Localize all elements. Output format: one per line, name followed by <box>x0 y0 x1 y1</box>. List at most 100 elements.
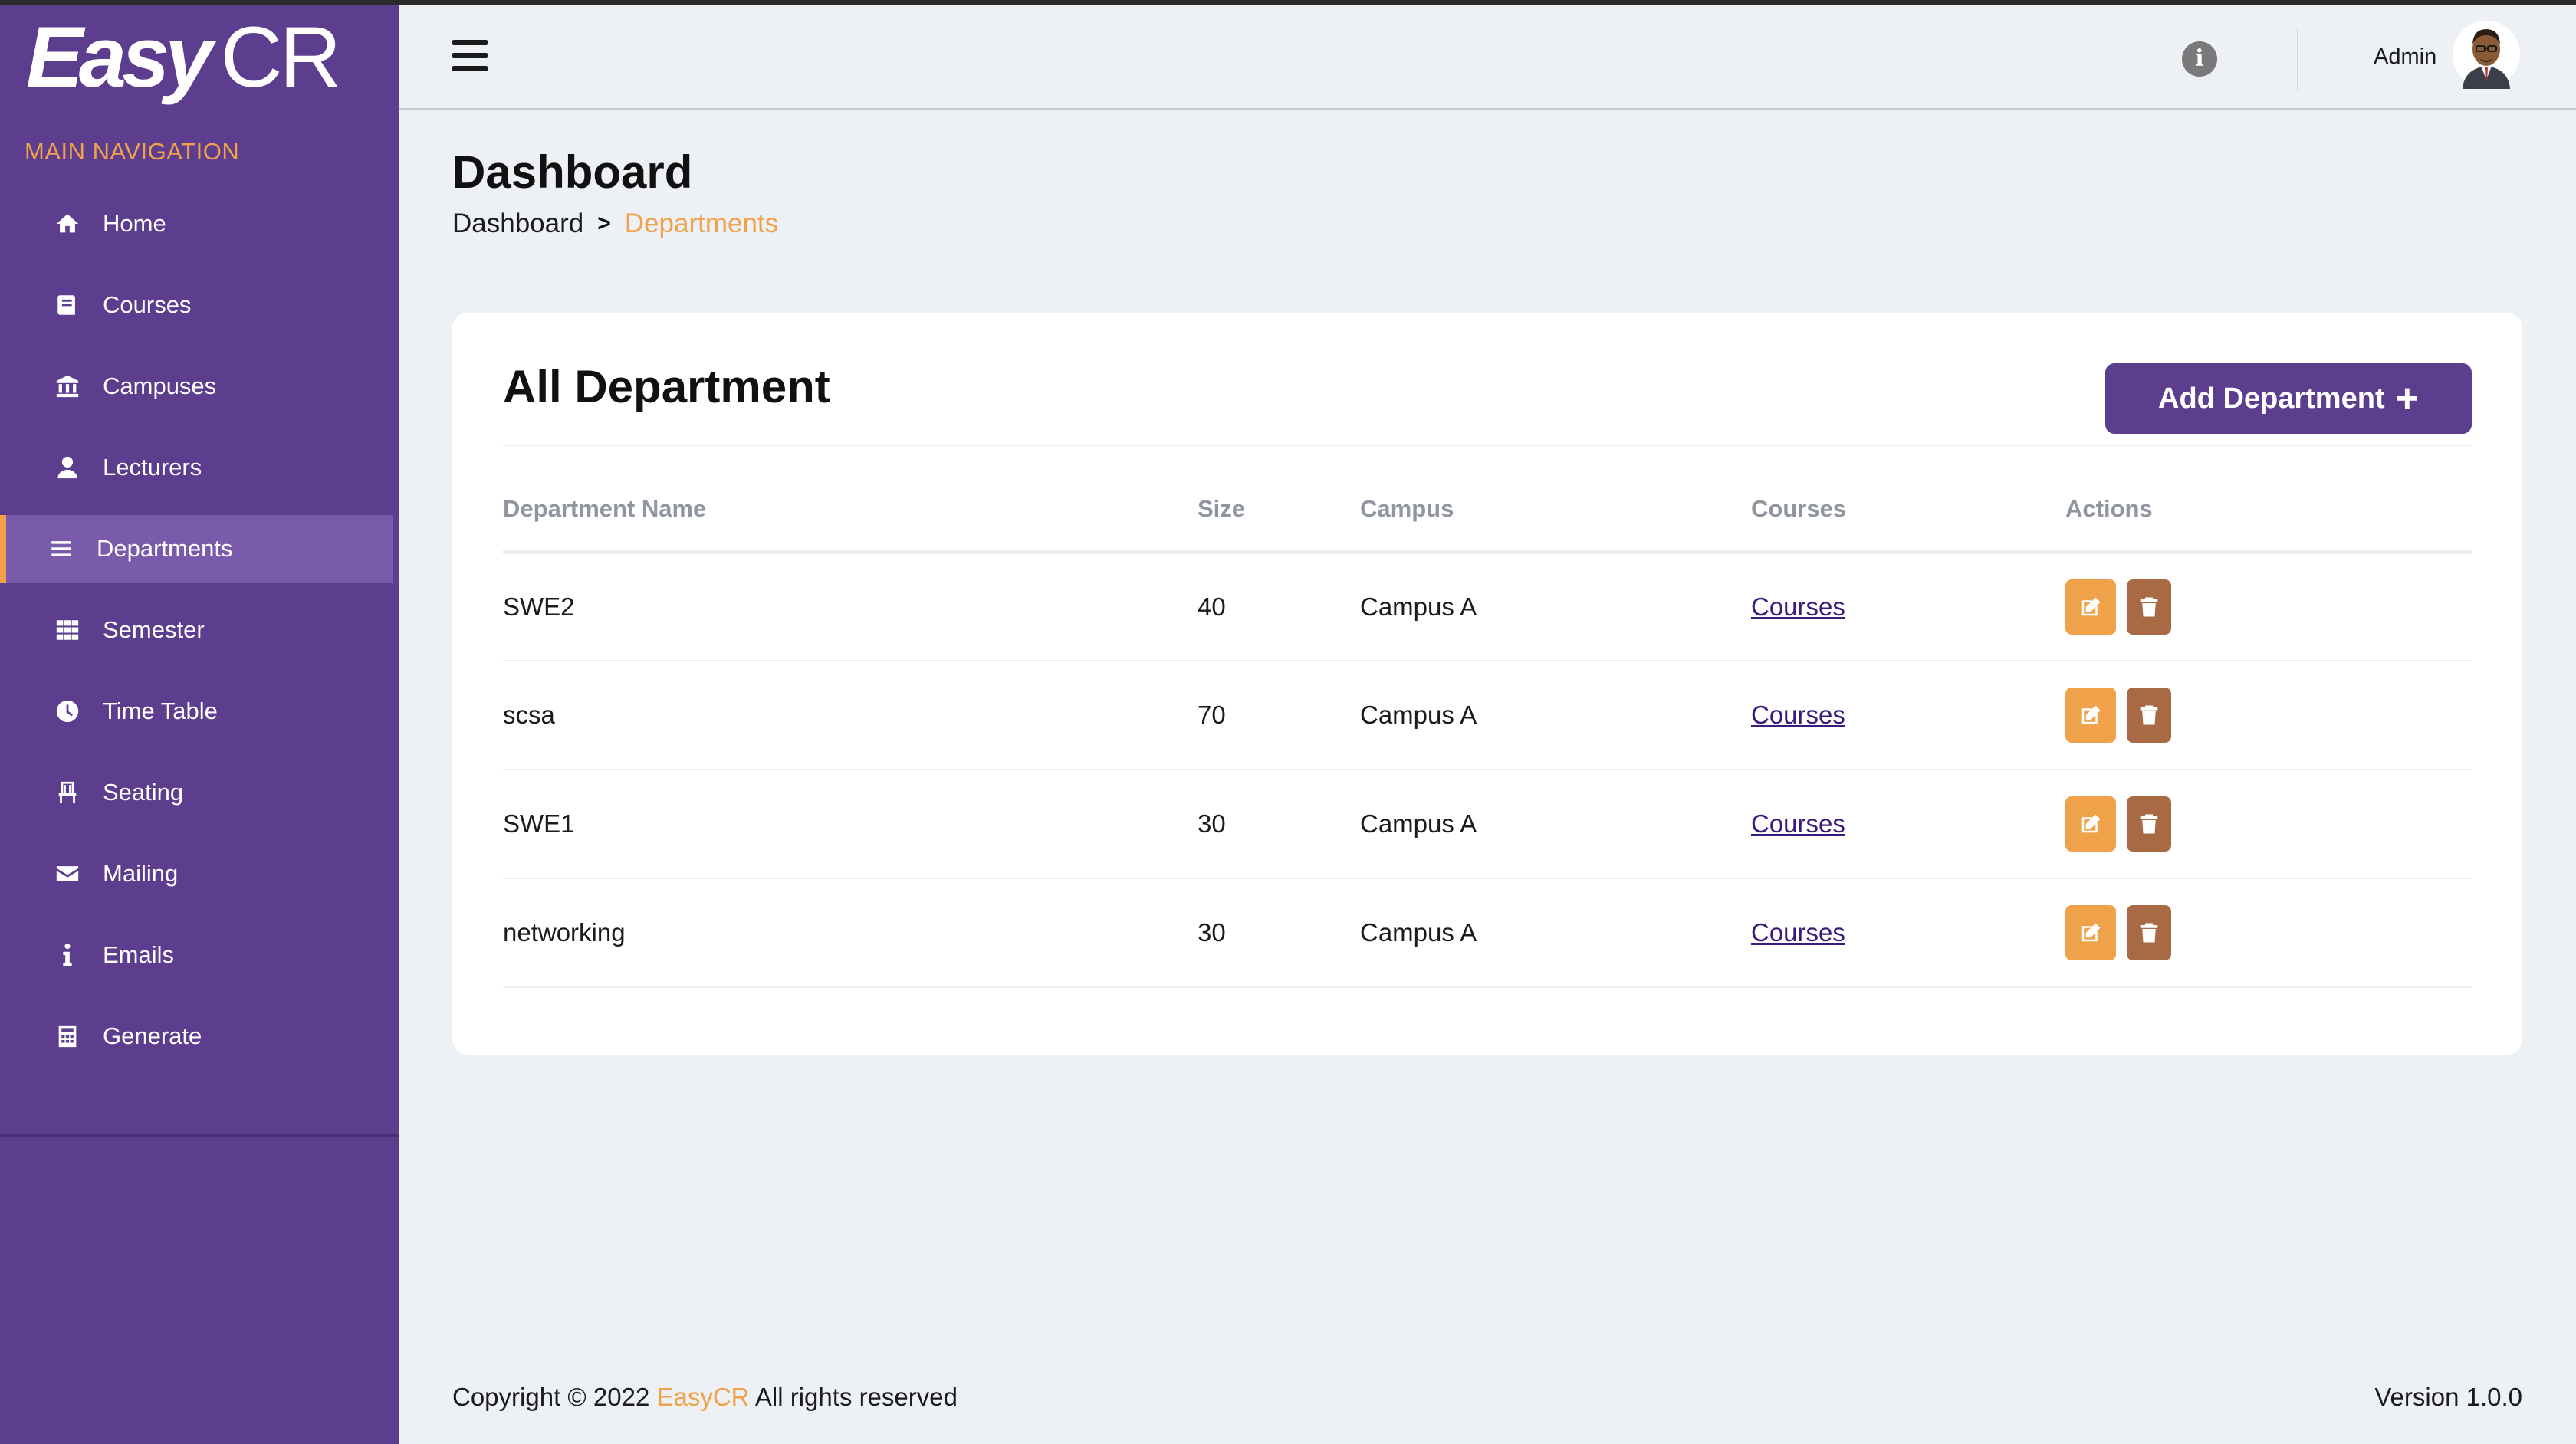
main-nav: Home Courses Campuses Lecturers Departme… <box>0 190 393 1084</box>
logo-easy-text: Easy <box>26 9 213 105</box>
column-header-actions: Actions <box>2065 487 2472 554</box>
add-department-label: Add Department <box>2158 382 2385 415</box>
info-circle-icon[interactable]: i <box>2182 41 2217 77</box>
clock-icon <box>52 696 83 727</box>
sidebar-item-campuses[interactable]: Campuses <box>0 353 393 420</box>
edit-button[interactable] <box>2065 905 2116 960</box>
sidebar-item-time-table[interactable]: Time Table <box>0 678 393 745</box>
table-header-row: Department Name Size Campus Courses Acti… <box>503 487 2472 554</box>
column-header-campus[interactable]: Campus <box>1360 487 1751 554</box>
sidebar-item-emails[interactable]: Emails <box>0 921 393 989</box>
sidebar-item-lecturers[interactable]: Lecturers <box>0 434 393 501</box>
sidebar-item-label: Departments <box>97 535 233 562</box>
breadcrumb-dashboard-link[interactable]: Dashboard <box>452 208 583 239</box>
copyright-prefix: Copyright © 2022 <box>452 1383 650 1411</box>
department-campus-cell: Campus A <box>1360 552 1751 661</box>
column-header-department-name[interactable]: Department Name <box>503 487 1198 554</box>
department-size-cell: 30 <box>1198 878 1360 988</box>
sidebar-item-semester[interactable]: Semester <box>0 596 393 664</box>
column-header-size[interactable]: Size <box>1198 487 1360 554</box>
chair-icon <box>52 777 83 808</box>
sidebar-item-label: Campuses <box>103 372 217 399</box>
footer-version: Version 1.0.0 <box>2374 1383 2522 1411</box>
sidebar-item-home[interactable]: Home <box>0 190 393 258</box>
sidebar-item-label: Emails <box>103 941 175 968</box>
table-row: SWE1 30 Campus A Courses <box>503 770 2472 879</box>
sidebar-item-mailing[interactable]: Mailing <box>0 840 393 907</box>
courses-link[interactable]: Courses <box>1751 809 1845 838</box>
plus-icon: + <box>2395 376 2419 421</box>
edit-icon <box>2082 597 2101 616</box>
sidebar-divider <box>0 1134 399 1137</box>
sidebar-item-courses[interactable]: Courses <box>0 271 393 339</box>
calculator-icon <box>52 1021 83 1052</box>
department-name-cell: SWE1 <box>503 770 1198 879</box>
footer-brand-link[interactable]: EasyCR <box>656 1383 749 1411</box>
trash-icon <box>2140 814 2158 834</box>
department-size-cell: 70 <box>1198 661 1360 770</box>
table-row: networking 30 Campus A Courses <box>503 878 2472 988</box>
copyright-suffix: All rights reserved <box>754 1383 958 1411</box>
admin-username[interactable]: Admin <box>2374 44 2436 70</box>
sidebar-item-label: Home <box>103 210 166 237</box>
app-logo[interactable]: Easy CR <box>26 9 342 106</box>
breadcrumb-separator: > <box>597 211 611 236</box>
logo-cr-text: CR <box>220 9 342 105</box>
edit-icon <box>2082 923 2101 942</box>
trash-icon <box>2140 597 2158 617</box>
column-header-courses[interactable]: Courses <box>1751 487 2065 554</box>
sidebar: Easy CR MAIN NAVIGATION Home Courses Cam… <box>0 5 399 1444</box>
courses-link[interactable]: Courses <box>1751 592 1845 621</box>
actions-cell <box>2065 661 2472 770</box>
institution-icon <box>52 371 83 402</box>
edit-button[interactable] <box>2065 688 2116 743</box>
sidebar-item-label: Seating <box>103 779 184 806</box>
home-icon <box>52 208 83 239</box>
table-row: SWE2 40 Campus A Courses <box>503 552 2472 661</box>
user-icon <box>52 452 83 483</box>
courses-link[interactable]: Courses <box>1751 918 1845 947</box>
top-bar: i Admin <box>399 5 2576 110</box>
topbar-separator <box>2297 28 2298 90</box>
main-navigation-header: MAIN NAVIGATION <box>25 138 240 165</box>
card-title: All Department <box>503 361 830 412</box>
breadcrumb-current: Departments <box>624 208 779 238</box>
delete-button[interactable] <box>2127 688 2171 743</box>
department-campus-cell: Campus A <box>1360 661 1751 770</box>
department-size-cell: 30 <box>1198 770 1360 879</box>
department-campus-cell: Campus A <box>1360 770 1751 879</box>
delete-button[interactable] <box>2127 905 2171 960</box>
actions-cell <box>2065 878 2472 988</box>
department-size-cell: 40 <box>1198 552 1360 661</box>
edit-button[interactable] <box>2065 579 2116 635</box>
sidebar-item-label: Lecturers <box>103 454 202 481</box>
list-icon <box>46 533 77 564</box>
grid-icon <box>52 615 83 645</box>
departments-table: Department Name Size Campus Courses Acti… <box>503 487 2472 988</box>
department-name-cell: networking <box>503 878 1198 988</box>
info-icon <box>52 940 83 970</box>
sidebar-item-seating[interactable]: Seating <box>0 759 393 826</box>
sidebar-item-generate[interactable]: Generate <box>0 1003 393 1070</box>
department-campus-cell: Campus A <box>1360 878 1751 988</box>
edit-icon <box>2082 705 2101 724</box>
departments-card: All Department Add Department + Departme… <box>452 313 2522 1055</box>
add-department-button[interactable]: Add Department + <box>2105 363 2472 434</box>
delete-button[interactable] <box>2127 796 2171 852</box>
envelope-icon <box>52 858 83 889</box>
avatar[interactable] <box>2452 20 2521 89</box>
edit-icon <box>2082 814 2101 833</box>
sidebar-item-label: Time Table <box>103 697 218 724</box>
actions-cell <box>2065 552 2472 661</box>
sidebar-item-departments[interactable]: Departments <box>0 515 393 583</box>
courses-link[interactable]: Courses <box>1751 701 1845 729</box>
edit-button[interactable] <box>2065 796 2116 852</box>
page-title: Dashboard <box>452 146 693 198</box>
sidebar-item-label: Mailing <box>103 860 179 887</box>
department-name-cell: scsa <box>503 661 1198 770</box>
actions-cell <box>2065 770 2472 879</box>
department-name-cell: SWE2 <box>503 552 1198 661</box>
footer-copyright: Copyright © 2022 EasyCR All rights reser… <box>452 1383 958 1412</box>
menu-toggle-icon[interactable] <box>452 40 488 72</box>
delete-button[interactable] <box>2127 579 2171 635</box>
